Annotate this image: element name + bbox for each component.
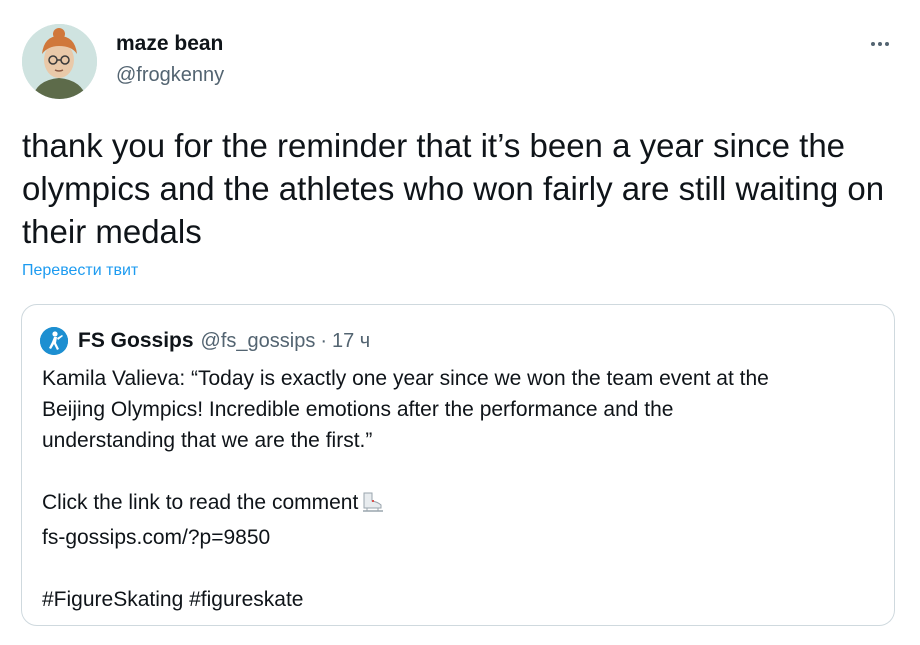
more-options-icon[interactable] (862, 30, 898, 58)
quoted-tweet-text: Kamila Valieva: “Today is exactly one ye… (42, 363, 882, 615)
article-link[interactable]: fs-gossips.com/?p=9850 (42, 522, 882, 553)
quoted-text-line: Kamila Valieva: “Today is exactly one ye… (42, 367, 769, 390)
fs-gossips-avatar[interactable] (40, 327, 68, 355)
quoted-text-line: Beijing Olympics! Incredible emotions af… (42, 398, 674, 421)
read-comment-text: Click the link to read the comment (42, 491, 359, 514)
quoted-tweet-header: FS Gossips @fs_gossips · 17 ч (40, 327, 370, 355)
tweet: maze bean @frogkenny thank you for the r… (0, 0, 920, 645)
quoted-text-line: Click the link to read the comment (42, 487, 882, 522)
quoted-display-name[interactable]: FS Gossips (78, 329, 194, 353)
quoted-tweet-card[interactable]: FS Gossips @fs_gossips · 17 ч Kamila Val… (21, 304, 895, 626)
hashtags[interactable]: #FigureSkating #figureskate (42, 584, 882, 615)
avatar[interactable] (22, 24, 97, 99)
ice-skate-icon (360, 491, 386, 522)
quoted-handle[interactable]: @fs_gossips (201, 330, 316, 353)
user-handle[interactable]: @frogkenny (116, 63, 224, 87)
quoted-text-line: understanding that we are the first.” (42, 429, 373, 452)
tweet-text: thank you for the reminder that it’s bee… (22, 127, 885, 250)
separator-dot: · (320, 329, 327, 352)
quoted-timestamp[interactable]: 17 ч (332, 330, 370, 353)
translate-tweet-link[interactable]: Перевести твит (22, 260, 138, 282)
display-name[interactable]: maze bean (116, 31, 223, 57)
